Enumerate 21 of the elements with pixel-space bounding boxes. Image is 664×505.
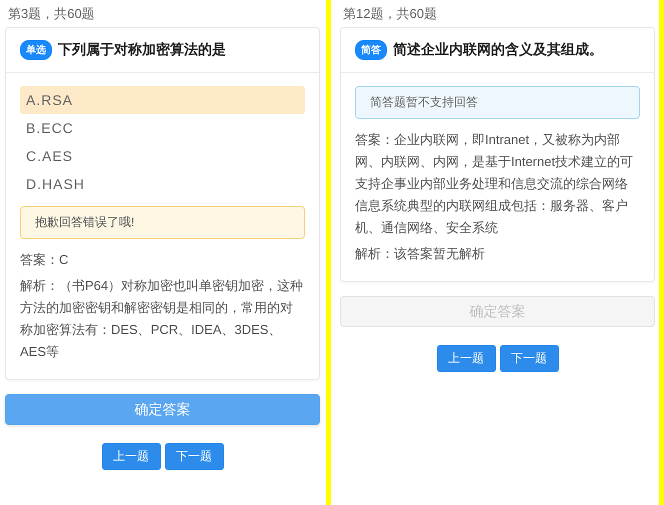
question-title: 简述企业内联网的含义及其组成。 [393, 41, 603, 59]
nav-button[interactable]: 下一题 [500, 345, 558, 372]
answer-text: 答案：C [20, 251, 70, 269]
confirm-button[interactable]: 确定答案 [5, 394, 320, 425]
answer-text: 答案：企业内联网，即Intranet，又被称为内部网、内联网、内网，是基于Internet技术建立的可支持企事业内部业务处理和信息交流的综合网络信息系统典型的内联网组成包括：服务器、客户机、通信网络、安全系统 [355, 131, 634, 237]
question-type-badge: 简答 [355, 40, 387, 60]
answer-option[interactable]: C.AES [20, 142, 305, 170]
nav-button[interactable]: 上一题 [102, 443, 160, 470]
answer-option[interactable]: A.RSA [20, 86, 305, 114]
analysis-text: 解析：该答案暂无解析 [355, 245, 486, 263]
answer-option[interactable]: B.ECC [20, 114, 305, 142]
nav-button[interactable]: 下一题 [164, 443, 224, 470]
notice-message: 抱歉回答错误了哦! [20, 206, 305, 239]
notice-message: 简答题暂不支持回答 [355, 86, 640, 119]
nav-button[interactable]: 上一题 [436, 345, 496, 372]
analysis-text: 解析：（书P64）对称加密也叫单密钥加密，这种方法的加密密钥和解密密钥是相同的，常用的对称加密算法有：DES、PCR、IDEA、3DES、AES等 [20, 277, 304, 361]
progress-text: 第12题，共60题 [342, 5, 438, 23]
question-title: 下列属于对称加密算法的是 [58, 41, 226, 59]
question-type-badge: 单选 [20, 40, 52, 60]
progress-text: 第3题，共60题 [7, 5, 96, 23]
answer-option[interactable]: D.HASH [20, 170, 305, 198]
